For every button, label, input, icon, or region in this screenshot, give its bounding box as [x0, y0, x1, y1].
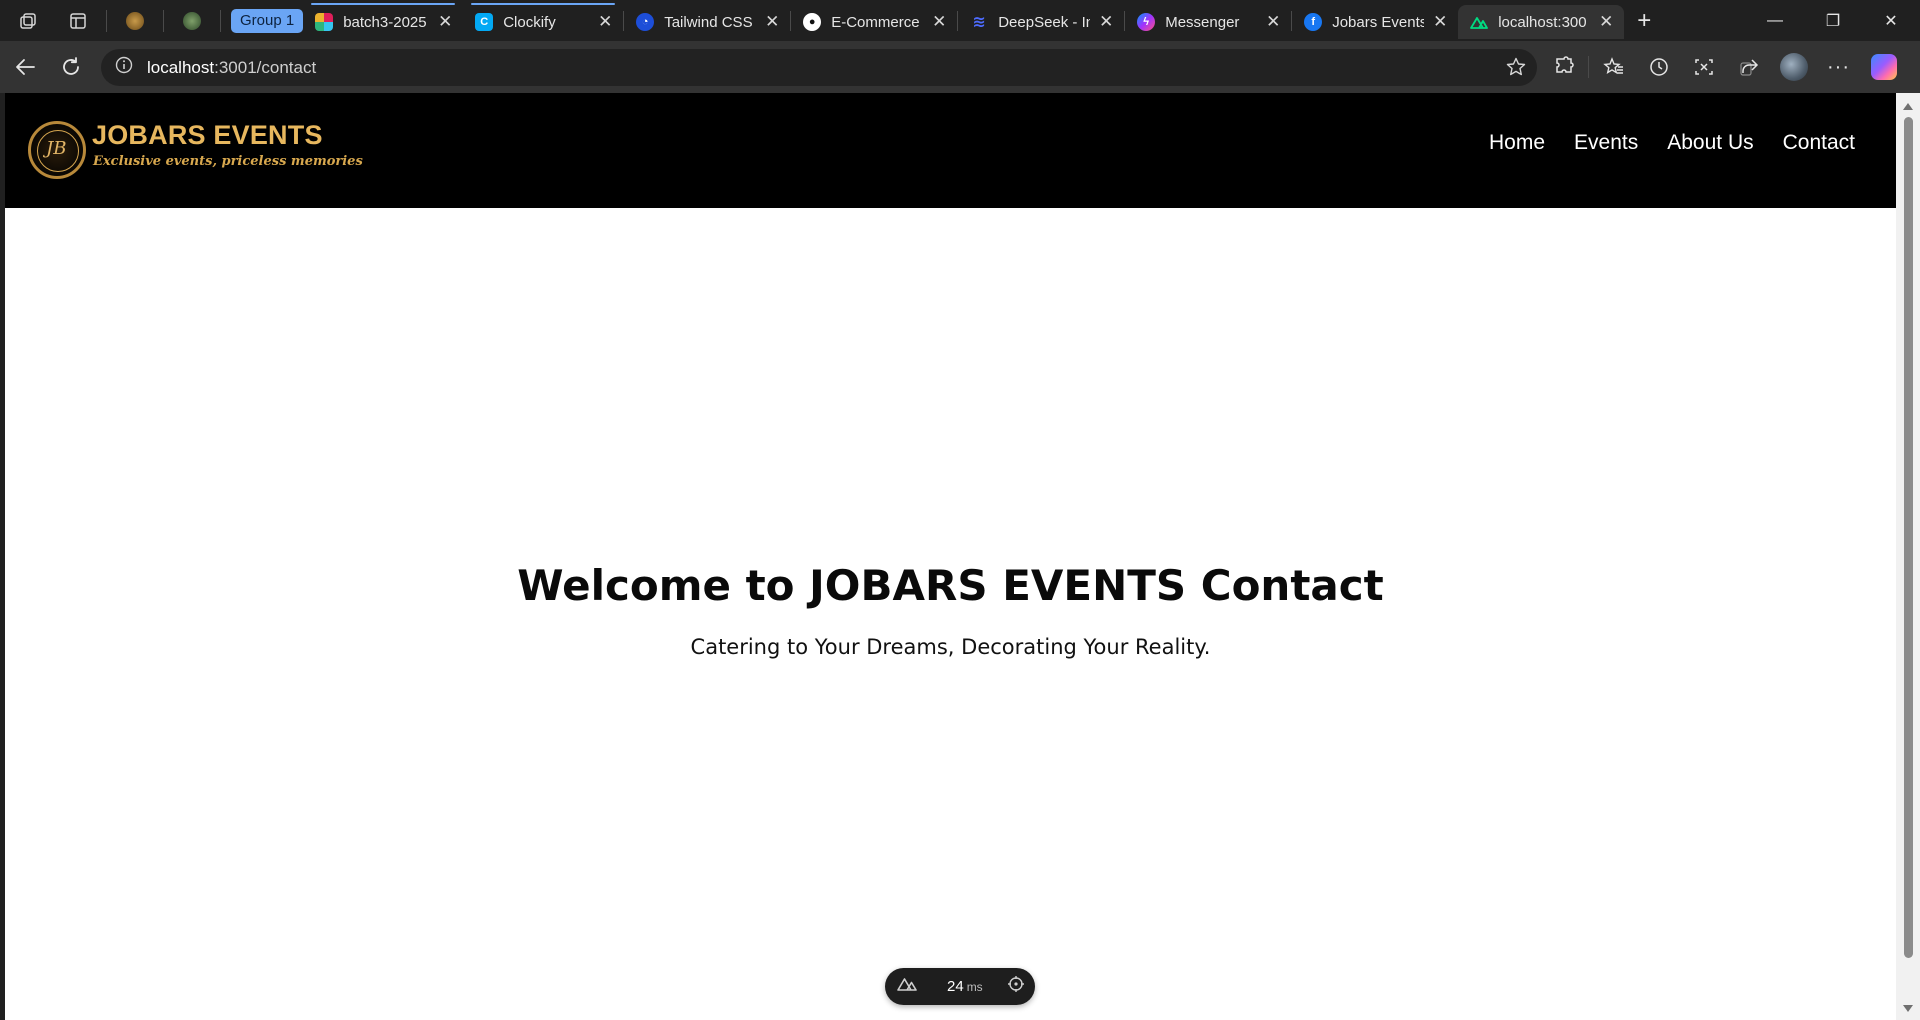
divider: [163, 9, 164, 32]
address-bar[interactable]: localhost:3001/contact: [101, 49, 1537, 86]
new-tab-button[interactable]: +: [1624, 0, 1664, 41]
tab-title: DeepSeek - In: [998, 13, 1091, 31]
tab-messenger[interactable]: ϟ Messenger ✕: [1125, 5, 1291, 39]
tab-jobars-events[interactable]: f Jobars Events ✕: [1292, 5, 1458, 39]
share-icon[interactable]: [1726, 47, 1771, 87]
avatar: [1779, 53, 1808, 81]
slack-icon: [315, 13, 334, 31]
browser-toolbar: localhost:3001/contact ···: [0, 41, 1920, 93]
history-icon[interactable]: [1636, 47, 1681, 87]
page-scrollbar[interactable]: [1896, 93, 1920, 1020]
pinned-site-icon: [126, 11, 144, 30]
messenger-icon: ϟ: [1137, 13, 1156, 31]
render-time: 24 ms: [947, 978, 983, 995]
tab-title: Tailwind CSS: [664, 13, 753, 31]
vertical-tabs-icon[interactable]: [56, 0, 100, 41]
screenshot-icon[interactable]: [1681, 47, 1726, 87]
divider: [220, 9, 221, 32]
tab-title: localhost:300: [1498, 13, 1587, 31]
url-text: localhost:3001/contact: [147, 58, 316, 78]
logo-monogram: JB: [46, 138, 67, 159]
favorite-star-icon[interactable]: [1505, 56, 1527, 83]
close-tab-icon[interactable]: ✕: [1430, 12, 1450, 32]
tab-title: batch3-2025: [343, 13, 427, 31]
site-logo[interactable]: JB JOBARS EVENTS Exclusive events, price…: [28, 118, 363, 183]
divider: [106, 9, 107, 32]
tailwind-icon: ◔: [636, 13, 655, 31]
tab-title: Clockify: [503, 13, 556, 31]
scrollbar-thumb[interactable]: [1904, 117, 1913, 958]
url-path: :3001/contact: [214, 57, 317, 77]
inspect-target-icon[interactable]: [1007, 975, 1025, 998]
render-time-unit: ms: [966, 980, 983, 994]
page-viewport: JB JOBARS EVENTS Exclusive events, price…: [5, 93, 1920, 1020]
close-tab-icon[interactable]: ✕: [435, 12, 455, 32]
more-menu-icon[interactable]: ···: [1816, 47, 1861, 87]
close-tab-icon[interactable]: ✕: [1596, 12, 1616, 32]
pinned-tab[interactable]: [113, 0, 157, 41]
pinned-site-icon: [183, 11, 201, 30]
extensions-icon[interactable]: [1541, 47, 1586, 87]
window-controls: — ❐ ✕: [1746, 0, 1920, 41]
tab-title: Jobars Events: [1332, 13, 1425, 31]
facebook-icon: f: [1304, 13, 1323, 31]
close-tab-icon[interactable]: ✕: [595, 12, 615, 32]
divider: [1588, 56, 1589, 78]
copilot-icon[interactable]: [1861, 47, 1906, 87]
logo-tagline: Exclusive events, priceless memories: [93, 154, 363, 169]
tab-title: Messenger: [1165, 13, 1240, 31]
close-tab-icon[interactable]: ✕: [1263, 12, 1283, 32]
nuxt-devtools-pill[interactable]: 24 ms: [885, 968, 1035, 1005]
close-tab-icon[interactable]: ✕: [1096, 12, 1116, 32]
pinned-tab[interactable]: [170, 0, 214, 41]
copilot-logo: [1870, 54, 1897, 80]
close-window-icon[interactable]: ✕: [1862, 0, 1920, 41]
scroll-down-arrow[interactable]: [1903, 1005, 1913, 1012]
back-button[interactable]: [2, 47, 48, 87]
site-info-icon[interactable]: [115, 56, 133, 79]
close-tab-icon[interactable]: ✕: [929, 12, 949, 32]
tab-localhost[interactable]: localhost:300 ✕: [1458, 5, 1625, 39]
main-nav: Home Events About Us Contact: [1489, 131, 1855, 155]
nuxt-icon: [1470, 13, 1489, 31]
nuxt-icon[interactable]: [897, 977, 917, 996]
tab-clockify[interactable]: C Clockify ✕: [463, 3, 623, 39]
nav-contact[interactable]: Contact: [1783, 131, 1855, 155]
page-title: Welcome to JOBARS EVENTS Contact: [517, 561, 1384, 610]
workspaces-icon[interactable]: [0, 0, 56, 41]
tab-title: E-Commerce: [831, 13, 920, 31]
nav-about-us[interactable]: About Us: [1667, 131, 1753, 155]
favorites-icon[interactable]: [1591, 47, 1636, 87]
refresh-button[interactable]: [48, 47, 94, 87]
logo-title: JOBARS EVENTS: [92, 120, 323, 150]
tab-deepseek[interactable]: ≋ DeepSeek - In ✕: [958, 5, 1124, 39]
clockify-icon: C: [475, 13, 494, 31]
tab-ecommerce[interactable]: ● E-Commerce ✕: [791, 5, 957, 39]
tab-strip: Group 1 batch3-2025 ✕ C Clockify ✕ ◔ Tai…: [0, 0, 1920, 41]
render-time-value: 24: [947, 978, 964, 995]
url-host: localhost: [147, 57, 215, 77]
profile-avatar[interactable]: [1771, 47, 1816, 87]
minimize-icon[interactable]: —: [1746, 0, 1804, 41]
toolbar-actions: ···: [1541, 47, 1906, 87]
scroll-up-arrow[interactable]: [1903, 103, 1913, 110]
restore-icon[interactable]: ❐: [1804, 0, 1862, 41]
tab-tailwind[interactable]: ◔ Tailwind CSS ✕: [624, 5, 790, 39]
logo-emblem: JB: [28, 121, 86, 179]
github-icon: ●: [803, 13, 822, 31]
page-subtitle: Catering to Your Dreams, Decorating Your…: [690, 635, 1211, 659]
tab-group-label[interactable]: Group 1: [231, 8, 304, 33]
tab-batch3[interactable]: batch3-2025 ✕: [303, 3, 463, 39]
site-header: JB JOBARS EVENTS Exclusive events, price…: [5, 93, 1896, 208]
nav-home[interactable]: Home: [1489, 131, 1545, 155]
deepseek-icon: ≋: [972, 14, 986, 31]
close-tab-icon[interactable]: ✕: [762, 12, 782, 32]
nav-events[interactable]: Events: [1574, 131, 1638, 155]
